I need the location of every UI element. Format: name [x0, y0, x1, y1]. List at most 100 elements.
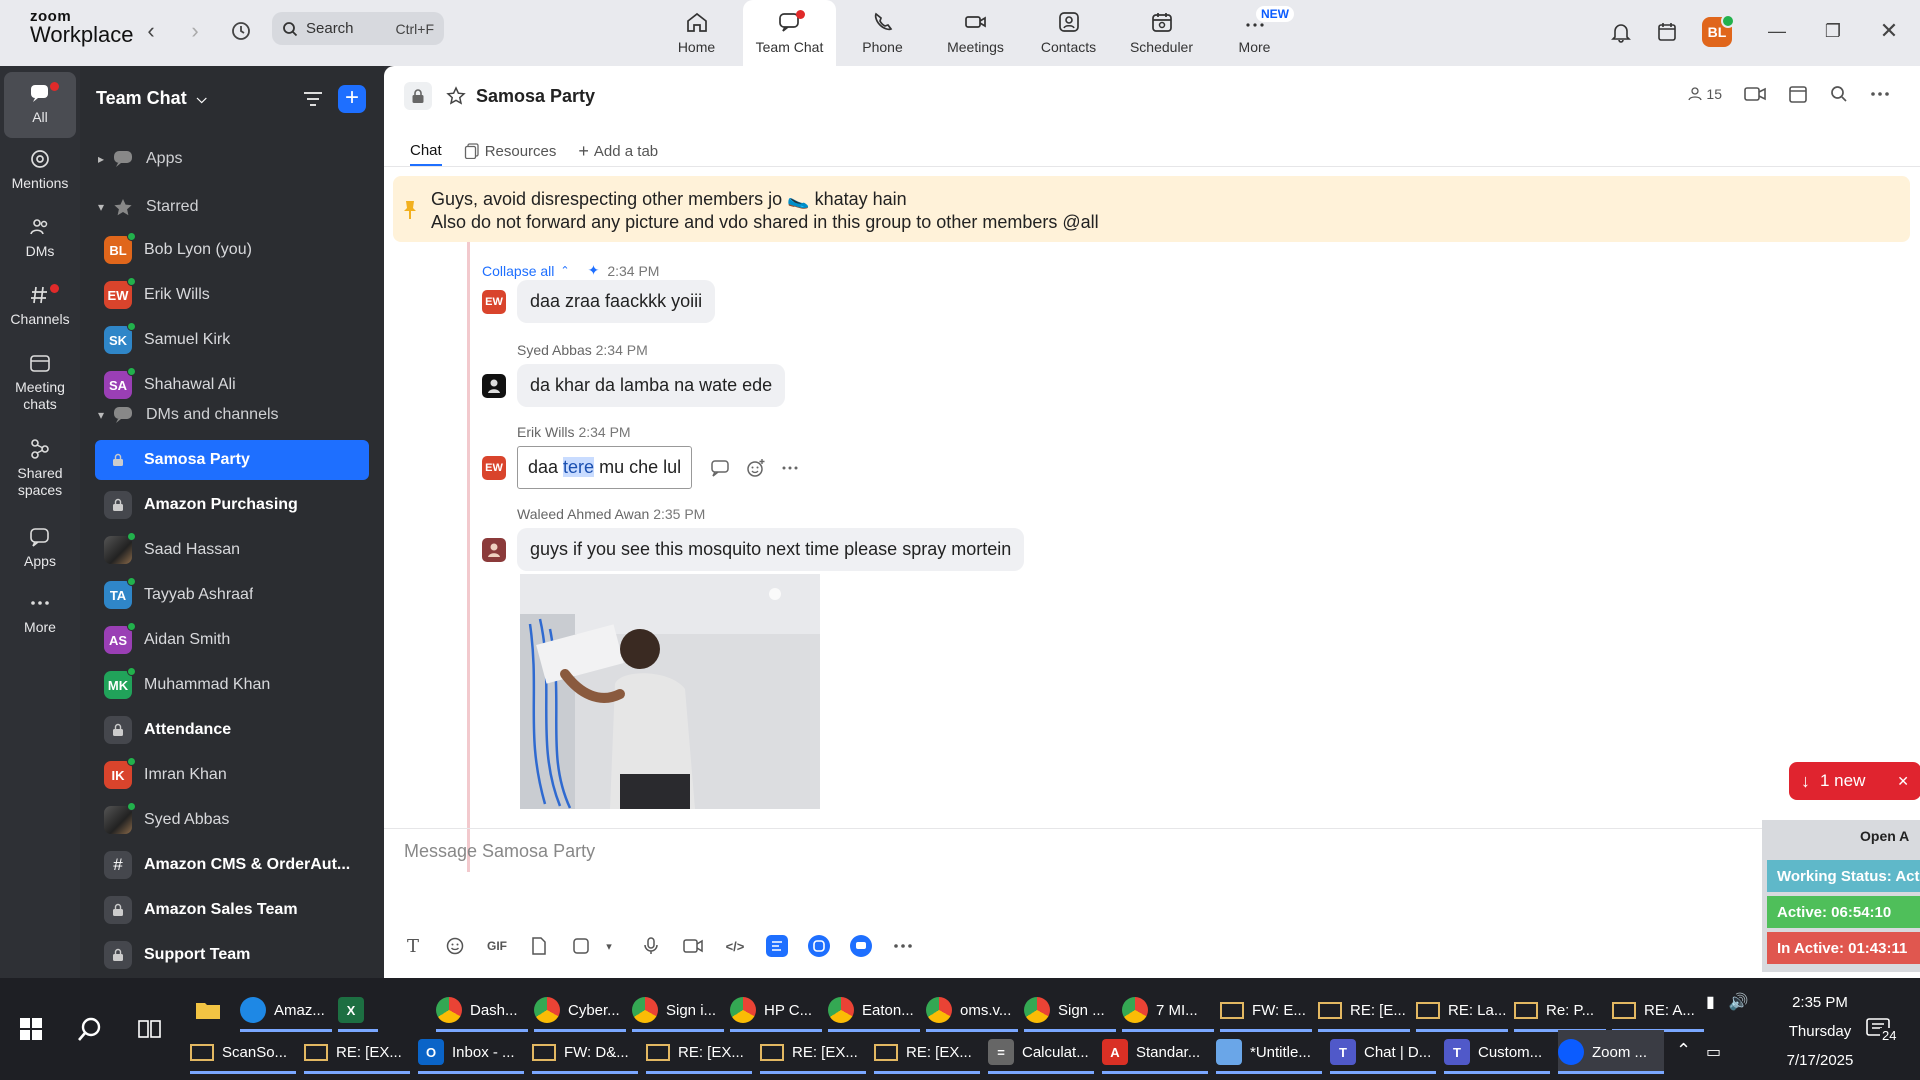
widget-header[interactable]: Open A: [1860, 828, 1909, 844]
taskbar-app[interactable]: oms.v...: [926, 988, 1018, 1032]
emoji-reaction-icon[interactable]: [746, 458, 766, 478]
code-icon[interactable]: </>: [724, 935, 746, 957]
more-horizontal-icon[interactable]: [782, 466, 798, 470]
calendar-icon[interactable]: [1656, 21, 1678, 43]
selected-text[interactable]: tere: [563, 457, 595, 477]
taskbar-app-file-explorer[interactable]: [195, 988, 231, 1032]
rail-apps[interactable]: Apps: [4, 526, 76, 570]
video-icon[interactable]: [1744, 86, 1766, 102]
tab-chat[interactable]: Chat: [410, 136, 442, 166]
close-icon[interactable]: ✕: [1874, 16, 1904, 46]
taskbar-app[interactable]: Zoom ...: [1558, 1030, 1664, 1074]
new-chat-plus-button[interactable]: +: [338, 85, 366, 113]
sender-avatar[interactable]: EW: [482, 455, 506, 480]
chevron-up-icon[interactable]: ⌃: [1676, 1040, 1691, 1061]
taskbar-app[interactable]: O Inbox - ...: [418, 1030, 524, 1074]
app-shortcut-icon[interactable]: [808, 935, 830, 957]
desktop-icon[interactable]: ▭: [1706, 1042, 1721, 1062]
close-icon[interactable]: ✕: [1897, 773, 1909, 790]
minimize-icon[interactable]: —: [1762, 16, 1792, 46]
notification-center[interactable]: 24: [1866, 1018, 1900, 1046]
system-clock[interactable]: 2:35 PM Thursday 7/17/2025: [1770, 988, 1870, 1075]
taskbar-app[interactable]: Re: P...: [1514, 988, 1606, 1032]
sidebar-item-channel[interactable]: Attendance: [95, 710, 369, 750]
star-outline-icon[interactable]: [446, 86, 466, 106]
sender-avatar[interactable]: [482, 537, 506, 562]
restore-icon[interactable]: ❐: [1818, 16, 1848, 46]
sidebar-item-channel[interactable]: Amazon Sales Team: [95, 890, 369, 930]
section-apps[interactable]: ▸ Apps: [80, 140, 384, 178]
message-bubble[interactable]: daa tere mu che lul: [517, 446, 693, 489]
message-bubble[interactable]: da khar da lamba na wate ede: [517, 364, 786, 407]
rail-more[interactable]: More: [4, 592, 76, 636]
rail-all[interactable]: All: [4, 72, 76, 138]
back-arrow-icon[interactable]: ‹: [136, 16, 166, 46]
sidebar-item-channel[interactable]: # Amazon CMS & OrderAut...: [95, 845, 369, 885]
sender-avatar[interactable]: EW: [482, 289, 506, 314]
nav-team-chat[interactable]: Team Chat: [743, 0, 836, 66]
forward-arrow-icon[interactable]: ›: [180, 16, 210, 46]
taskbar-app[interactable]: X: [338, 988, 378, 1032]
taskbar-app[interactable]: Sign ...: [1024, 988, 1116, 1032]
section-dms-channels[interactable]: ▾ DMs and channels: [80, 396, 384, 434]
new-messages-pill[interactable]: ↓ 1 new ✕: [1789, 762, 1920, 800]
emoji-icon[interactable]: [444, 935, 466, 957]
microphone-icon[interactable]: [640, 935, 662, 957]
pinned-message[interactable]: Guys, avoid disrespecting other members …: [393, 176, 1910, 242]
members-button[interactable]: 15: [1688, 86, 1722, 102]
sidebar-item-starred[interactable]: BL Bob Lyon (you): [95, 230, 369, 270]
more-horizontal-icon[interactable]: [892, 935, 914, 957]
app-shortcut-icon[interactable]: [850, 935, 872, 957]
taskbar-app[interactable]: RE: La...: [1416, 988, 1508, 1032]
nav-contacts[interactable]: Contacts: [1022, 0, 1115, 66]
volume-icon[interactable]: 🔊: [1729, 992, 1749, 1012]
taskbar-app[interactable]: RE: [EX...: [304, 1030, 410, 1074]
taskbar-app[interactable]: 7 MI...: [1122, 988, 1214, 1032]
video-message-icon[interactable]: [682, 935, 704, 957]
sender-avatar[interactable]: [482, 373, 506, 398]
rail-dms[interactable]: DMs: [4, 216, 76, 260]
message-sender[interactable]: Erik Wills: [517, 424, 575, 440]
calendar-icon[interactable]: [1788, 84, 1808, 104]
taskbar-app[interactable]: A Standar...: [1102, 1030, 1208, 1074]
taskbar-app[interactable]: RE: [EX...: [760, 1030, 866, 1074]
windows-start-icon[interactable]: [20, 1018, 42, 1040]
section-starred[interactable]: ▾ Starred: [80, 188, 384, 226]
filter-icon[interactable]: [302, 89, 324, 109]
rail-meeting-chats[interactable]: Meeting chats: [4, 352, 76, 413]
taskbar-app[interactable]: = Calculat...: [988, 1030, 1094, 1074]
sidebar-item-channel[interactable]: AS Aidan Smith: [95, 620, 369, 660]
text-format-icon[interactable]: T: [402, 935, 424, 957]
sidebar-item-channel[interactable]: Support Team: [95, 935, 369, 975]
taskbar-app[interactable]: HP C...: [730, 988, 822, 1032]
search-bar[interactable]: Search Ctrl+F: [272, 12, 444, 45]
file-icon[interactable]: [528, 935, 550, 957]
nav-more[interactable]: NEW More: [1208, 0, 1301, 66]
taskbar-app[interactable]: Cyber...: [534, 988, 626, 1032]
task-view-icon[interactable]: [138, 1018, 162, 1040]
history-icon[interactable]: [226, 16, 256, 46]
sidebar-title[interactable]: Team Chat ⌵: [96, 88, 207, 109]
taskbar-app[interactable]: ScanSo...: [190, 1030, 296, 1074]
taskbar-app[interactable]: Amaz...: [240, 988, 332, 1032]
nav-home[interactable]: Home: [650, 0, 743, 66]
taskbar-app[interactable]: Eaton...: [828, 988, 920, 1032]
tab-resources[interactable]: Resources: [464, 136, 556, 166]
sidebar-item-starred[interactable]: EW Erik Wills: [95, 275, 369, 315]
taskbar-app[interactable]: FW: E...: [1220, 988, 1312, 1032]
taskbar-app[interactable]: FW: D&...: [532, 1030, 638, 1074]
gif-icon[interactable]: GIF: [486, 935, 508, 957]
taskbar-app[interactable]: *Untitle...: [1216, 1030, 1322, 1074]
message-sender[interactable]: Syed Abbas: [517, 342, 592, 358]
taskbar-app[interactable]: RE: [E...: [1318, 988, 1410, 1032]
collapse-all-link[interactable]: Collapse all ⌃ ✦ 2:34 PM: [482, 262, 659, 279]
taskbar-app[interactable]: RE: [EX...: [874, 1030, 980, 1074]
search-icon[interactable]: [1830, 85, 1848, 103]
sidebar-item-channel[interactable]: TA Tayyab Ashraaf: [95, 575, 369, 615]
sidebar-item-channel[interactable]: Syed Abbas: [95, 800, 369, 840]
search-icon[interactable]: [76, 1016, 104, 1044]
sidebar-item-starred[interactable]: SK Samuel Kirk: [95, 320, 369, 360]
message-bubble[interactable]: daa zraa faackkk yoiii: [517, 280, 716, 323]
sidebar-item-channel[interactable]: Samosa Party: [95, 440, 369, 480]
message-sender[interactable]: Waleed Ahmed Awan: [517, 506, 649, 522]
